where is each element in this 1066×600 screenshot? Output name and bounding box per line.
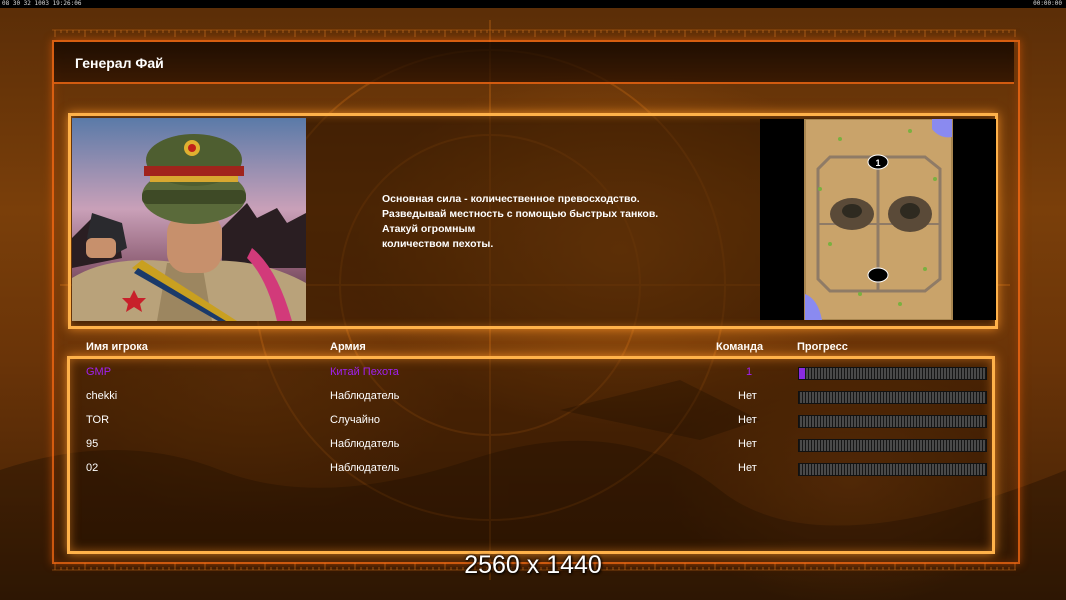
player-name: 95 (86, 438, 99, 450)
player-row[interactable]: 02 Наблюдатель Нет (0, 459, 1066, 479)
player-army[interactable]: Наблюдатель (330, 390, 399, 402)
player-row[interactable]: chekki Наблюдатель Нет (0, 387, 1066, 407)
resolution-caption: 2560 x 1440 (464, 551, 602, 579)
player-row[interactable]: GMP Китай Пехота 1 (0, 363, 1066, 383)
player-row[interactable]: 95 Наблюдатель Нет (0, 435, 1066, 455)
player-name: GMP (86, 366, 112, 378)
player-team[interactable]: Нет (738, 414, 757, 426)
player-progress-bar (798, 391, 987, 404)
player-progress-bar (798, 415, 987, 428)
briefing-line: Атакуй огромным (382, 223, 476, 235)
player-name: chekki (86, 390, 118, 402)
title-bar (54, 42, 1014, 84)
start-position-1[interactable]: 1 (875, 158, 880, 168)
status-clock-left: 08 30 32 1003 19:26:06 (2, 0, 82, 7)
player-team[interactable]: 1 (746, 366, 752, 378)
player-army[interactable]: Наблюдатель (330, 462, 399, 474)
player-progress-bar (798, 463, 987, 476)
start-position-2[interactable] (867, 267, 889, 283)
header-player-name: Имя игрока (86, 341, 148, 353)
player-name: 02 (86, 462, 99, 474)
briefing-line: Основная сила - количественное превосход… (382, 193, 640, 205)
player-army[interactable]: Китай Пехота (330, 366, 399, 378)
player-team[interactable]: Нет (738, 438, 757, 450)
general-title: Генерал Фай (75, 55, 164, 71)
status-clock-right: 00:00:00 (1033, 0, 1062, 7)
briefing-line: количеством пехоты. (382, 238, 494, 250)
status-strip: 08 30 32 1003 19:26:06 00:00:00 (0, 0, 1066, 8)
player-army[interactable]: Случайно (330, 414, 380, 426)
players-panel (67, 356, 995, 554)
player-row[interactable]: TOR Случайно Нет (0, 411, 1066, 431)
player-progress-fill (799, 368, 805, 379)
general-portrait (72, 118, 306, 321)
header-team: Команда (716, 341, 764, 353)
minimap[interactable]: 1 (760, 119, 996, 320)
briefing-line: Разведывай местность с помощью быстрых т… (382, 208, 659, 220)
briefing-text: Основная сила - количественное превосход… (382, 192, 658, 252)
player-team[interactable]: Нет (738, 462, 757, 474)
player-army[interactable]: Наблюдатель (330, 438, 399, 450)
player-progress-bar (798, 439, 987, 452)
header-progress: Прогресс (797, 341, 848, 353)
player-progress-bar (798, 367, 987, 380)
player-team[interactable]: Нет (738, 390, 757, 402)
player-name: TOR (86, 414, 110, 426)
header-army: Армия (330, 341, 366, 353)
